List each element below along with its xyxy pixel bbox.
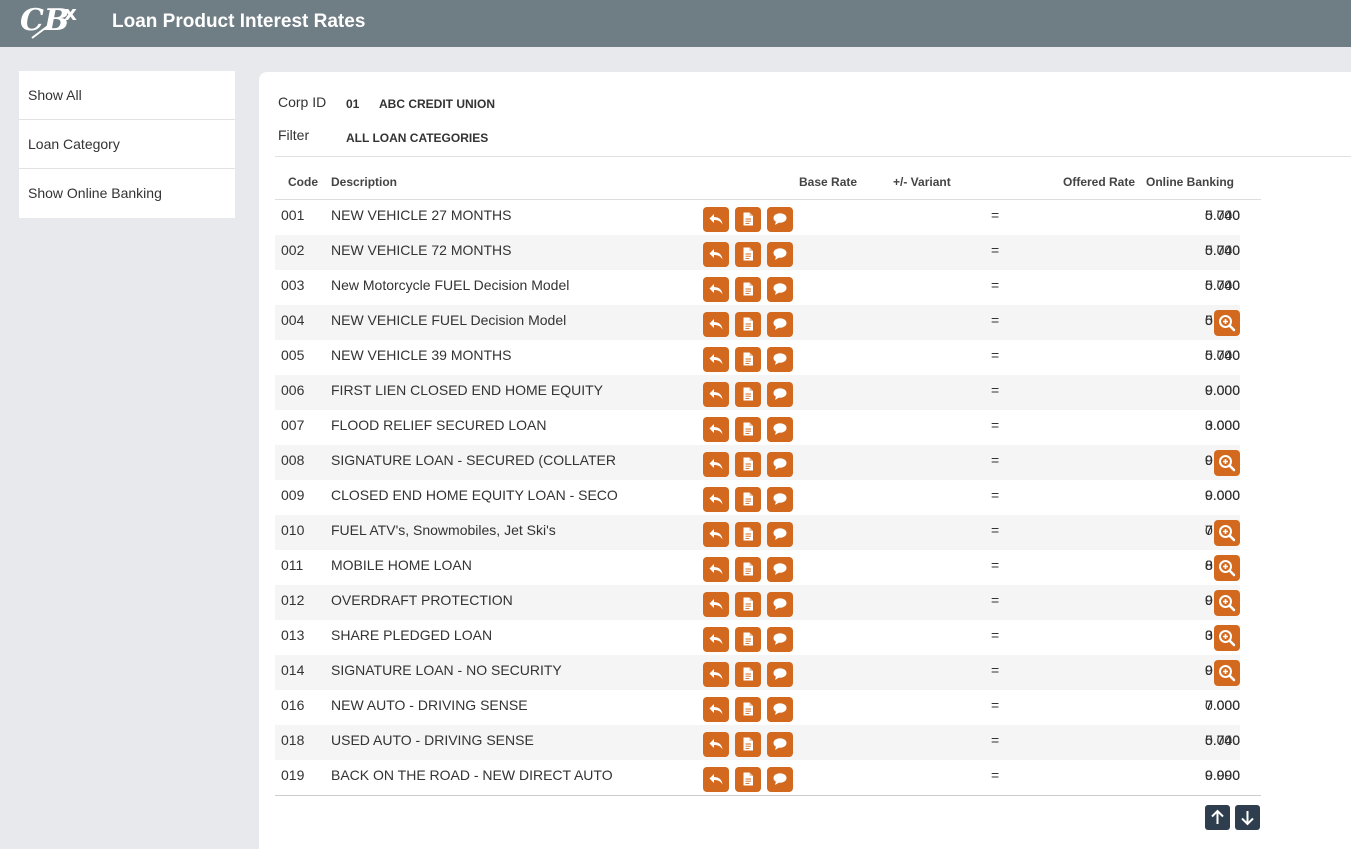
row-offered-rate: 7.000	[1204, 697, 1240, 713]
row-online-count: 16	[309, 620, 1240, 650]
row-code: 019	[281, 767, 305, 783]
online-banking-zoom-button[interactable]	[1214, 590, 1240, 616]
table-row: 004NEW VEHICLE FUEL Decision Model5.7400…	[275, 305, 1240, 340]
row-offered-rate: 5.740	[1204, 732, 1240, 748]
row-offered-rate: 5.740	[1204, 242, 1240, 258]
table-row: 003 New Motorcycle FUEL Decision Model 5.7…	[275, 270, 1240, 305]
table-row: 012OVERDRAFT PROTECTION9.6400.000=9.6401…	[275, 585, 1240, 620]
table-row: 016 NEW AUTO - DRIVING SENSE 7.000 0.000 = 7.…	[275, 690, 1240, 725]
row-code: 012	[281, 592, 305, 608]
svg-text:x: x	[64, 1, 77, 25]
table-row: 008SIGNATURE LOAN - SECURED (COLLATER9.6…	[275, 445, 1240, 480]
row-offered-rate: 5.740	[1204, 207, 1240, 223]
row-online-count: 48	[309, 550, 1240, 580]
column-header-offered-rate: Offered Rate	[1063, 175, 1136, 189]
scroll-up-button[interactable]	[1205, 805, 1230, 830]
arrow-down-icon	[1241, 811, 1254, 826]
table-row: 019 BACK ON THE ROAD - NEW DIRECT AUTO 9.9…	[275, 760, 1240, 795]
online-banking-zoom-button[interactable]	[1214, 625, 1240, 651]
table-row: 018 USED AUTO - DRIVING SENSE 5.740 0.000 = 5…	[275, 725, 1240, 760]
row-code: 006	[281, 382, 305, 398]
column-header-code: Code	[288, 175, 318, 189]
filter-label: Filter	[278, 127, 310, 143]
online-banking-zoom-button[interactable]	[1214, 520, 1240, 546]
column-header-variant: +/- Variant	[893, 175, 951, 189]
row-code: 003	[281, 277, 305, 293]
arrow-up-icon	[1211, 809, 1224, 824]
online-banking-zoom-button[interactable]	[1214, 555, 1240, 581]
row-code: 009	[281, 487, 305, 503]
row-online-count: 4	[309, 515, 1240, 545]
row-code: 018	[281, 732, 305, 748]
scroll-down-button[interactable]	[1235, 805, 1260, 830]
divider	[275, 156, 1351, 157]
online-banking-zoom-button[interactable]	[1214, 450, 1240, 476]
column-header-description: Description	[331, 175, 398, 189]
column-header-online-banking: Online Banking	[1146, 175, 1235, 189]
sidebar-item-loan-category[interactable]: Loan Category	[19, 120, 235, 169]
row-online-count: 2	[309, 305, 1240, 335]
row-code: 001	[281, 207, 305, 223]
row-offered-rate: 5.740	[1204, 347, 1240, 363]
sidebar-item-show-all[interactable]: Show All	[19, 71, 235, 120]
row-online-count: 19	[309, 655, 1240, 685]
main-panel: Corp ID 01 ABC CREDIT UNION Filter ALL L…	[259, 72, 1351, 849]
filter-value: ALL LOAN CATEGORIES	[346, 131, 489, 145]
column-header-base-rate: Base Rate	[799, 175, 858, 189]
table-row: 011MOBILE HOME LOAN8.3000.000=8.30048	[275, 550, 1240, 585]
row-code: 011	[281, 557, 304, 573]
row-code: 008	[281, 452, 305, 468]
svg-text:CB: CB	[20, 3, 69, 38]
row-code: 016	[281, 697, 305, 713]
row-code: 010	[281, 522, 305, 538]
app-header: CB x Loan Product Interest Rates	[0, 0, 1351, 47]
corp-id-label: Corp ID	[278, 94, 327, 110]
table-row: 007 FLOOD RELIEF SECURED LOAN 3.000 0.000 = 3…	[275, 410, 1240, 445]
sidebar: Show All Loan Category Show Online Banki…	[19, 71, 235, 218]
row-code: 014	[281, 662, 305, 678]
row-offered-rate: 5.740	[1204, 277, 1240, 293]
table-row: 005 NEW VEHICLE 39 MONTHS 5.740 0.000 = 5.740	[275, 340, 1240, 375]
row-code: 004	[281, 312, 305, 328]
table-row: 009 CLOSED END HOME EQUITY LOAN - SECO 9.0…	[275, 480, 1240, 515]
page-title: Loan Product Interest Rates	[112, 11, 366, 32]
row-code: 002	[281, 242, 305, 258]
table-row: 010FUEL ATV's, Snowmobiles, Jet Ski's7.3…	[275, 515, 1240, 550]
table-row: 013SHARE PLEDGED LOAN3.0200.000=3.02016	[275, 620, 1240, 655]
sidebar-item-show-online-banking[interactable]: Show Online Banking	[19, 169, 235, 218]
row-offered-rate: 3.000	[1204, 417, 1240, 433]
corp-id-value: 01	[346, 97, 360, 111]
online-banking-zoom-button[interactable]	[1214, 660, 1240, 686]
table-row: 001 NEW VEHICLE 27 MONTHS 5.740 0.000 = 5.740	[275, 200, 1240, 235]
table-row: 006 FIRST LIEN CLOSED END HOME EQUITY 9.00…	[275, 375, 1240, 410]
table-bottom-divider	[275, 795, 1261, 796]
table-row: 002 NEW VEHICLE 72 MONTHS 5.740 0.000 = 5.740	[275, 235, 1240, 270]
table-row: 014SIGNATURE LOAN - NO SECURITY9.6400.00…	[275, 655, 1240, 690]
online-banking-zoom-button[interactable]	[1214, 310, 1240, 336]
corp-name: ABC CREDIT UNION	[379, 97, 495, 111]
row-offered-rate: 9.000	[1204, 382, 1240, 398]
row-offered-rate: 9.990	[1204, 767, 1240, 783]
row-online-count: 11	[309, 445, 1240, 475]
row-online-count: 10	[309, 585, 1240, 615]
row-code: 005	[281, 347, 305, 363]
row-offered-rate: 9.000	[1204, 487, 1240, 503]
row-code: 007	[281, 417, 305, 433]
row-code: 013	[281, 627, 305, 643]
cbx-logo: CB x	[20, 1, 77, 39]
